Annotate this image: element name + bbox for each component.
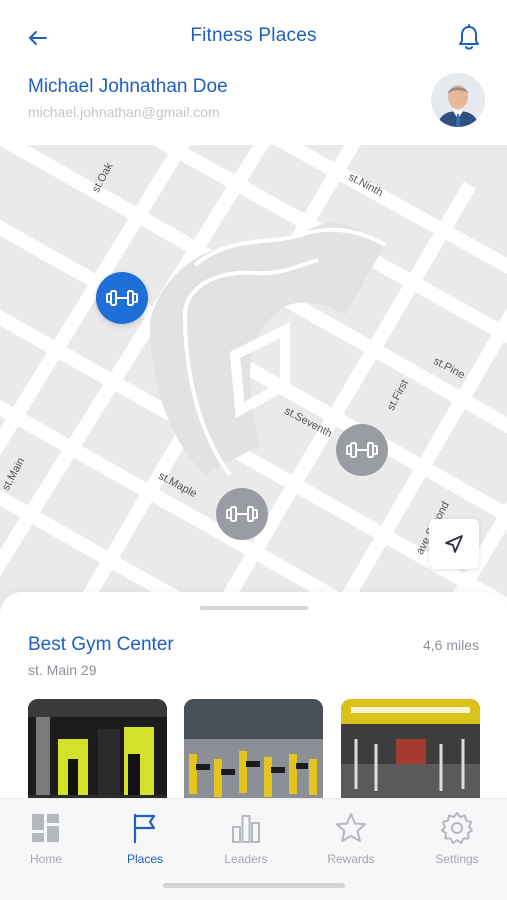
dumbbell-icon bbox=[106, 290, 138, 306]
tab-label: Settings bbox=[435, 852, 479, 866]
gym-photo[interactable] bbox=[184, 699, 323, 809]
tab-label: Rewards bbox=[327, 852, 375, 866]
page-title: Fitness Places bbox=[190, 25, 317, 46]
gym-pin-selected[interactable] bbox=[96, 272, 148, 324]
star-icon bbox=[336, 813, 366, 842]
bell-icon bbox=[459, 24, 479, 50]
place-distance: 4,6 miles bbox=[422, 637, 479, 653]
gym-pin[interactable] bbox=[216, 488, 268, 540]
place-address: st. Main 29 bbox=[28, 662, 97, 678]
header: Fitness Places Michael Johnathan Doe mic… bbox=[0, 0, 507, 145]
gear-icon bbox=[441, 812, 473, 844]
tab-rewards[interactable]: Rewards bbox=[311, 811, 391, 871]
tab-home[interactable]: Home bbox=[6, 811, 86, 871]
home-indicator bbox=[163, 883, 345, 888]
tab-settings[interactable]: Settings bbox=[417, 811, 497, 871]
tab-label: Home bbox=[29, 852, 62, 866]
flag-icon bbox=[133, 813, 156, 844]
dashboard-icon bbox=[32, 814, 59, 842]
tab-leaders[interactable]: Leaders bbox=[206, 811, 286, 871]
locate-me-button[interactable] bbox=[429, 519, 479, 569]
gym-photo[interactable] bbox=[28, 699, 167, 809]
sheet-grabber[interactable] bbox=[200, 606, 308, 610]
tab-bar: Home Places Leaders Rewards Settings bbox=[0, 798, 507, 900]
dumbbell-icon bbox=[346, 442, 378, 458]
navigation-arrow-icon bbox=[445, 535, 463, 553]
bar-chart-icon bbox=[232, 815, 260, 843]
notifications-button[interactable] bbox=[455, 22, 483, 52]
tab-label: Places bbox=[126, 852, 164, 866]
tab-places[interactable]: Places bbox=[105, 811, 185, 871]
gym-photo[interactable] bbox=[341, 699, 480, 809]
place-name[interactable]: Best Gym Center bbox=[28, 634, 174, 656]
user-name: Michael Johnathan Doe bbox=[28, 76, 228, 97]
tab-label: Leaders bbox=[224, 852, 268, 866]
dumbbell-icon bbox=[226, 506, 258, 522]
user-email: michael.johnathan@gmail.com bbox=[28, 104, 220, 120]
gym-pin[interactable] bbox=[336, 424, 388, 476]
avatar[interactable] bbox=[431, 73, 485, 127]
